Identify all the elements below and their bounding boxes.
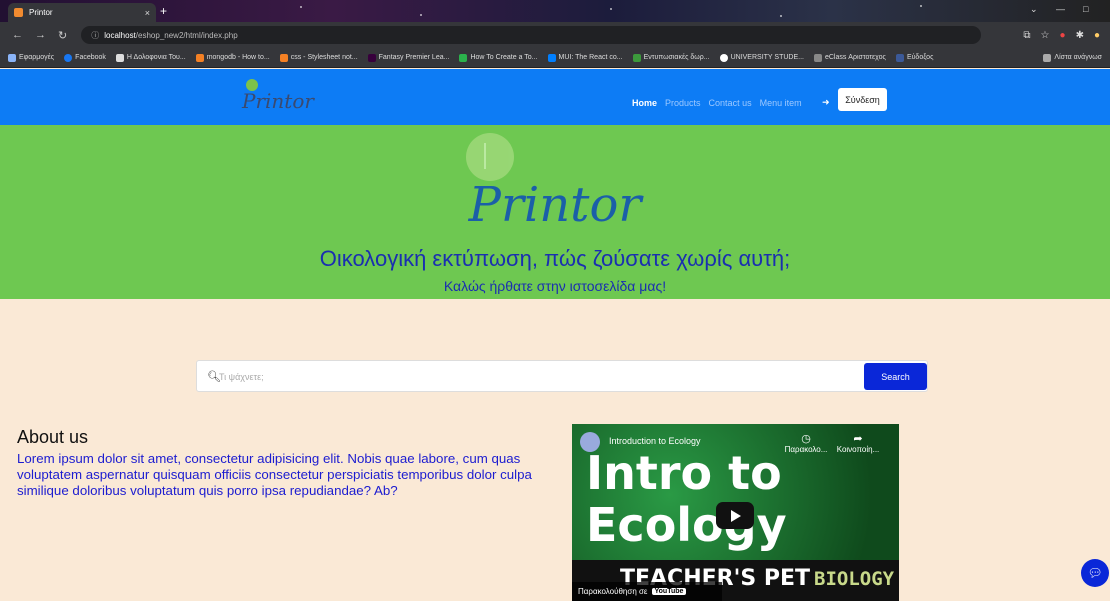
puzzle-icon[interactable]: ✱ — [1076, 30, 1084, 41]
browser-tab[interactable]: Printor × — [8, 3, 156, 22]
reading-list[interactable]: Λίστα ανάγνωσ — [1043, 53, 1102, 62]
forward-icon[interactable]: → — [35, 29, 46, 42]
video-title[interactable]: Introduction to Ecology — [609, 436, 701, 446]
url-host: localhost — [104, 30, 136, 40]
youtube-embed[interactable]: Introduction to Ecology Intro to Ecology… — [572, 424, 899, 601]
minimize-window-icon[interactable]: — — [1056, 4, 1065, 14]
site-navbar: Printor Home Products Contact us Menu it… — [0, 69, 1110, 125]
share-icon[interactable]: ⧉ — [1023, 30, 1030, 41]
sign-in-icon[interactable]: ➜ — [822, 97, 830, 108]
profile-icon[interactable]: ● — [1094, 30, 1100, 41]
share-arrow-icon: ➦ — [853, 433, 863, 445]
video-thumbnail-line2: Ecology — [586, 498, 787, 552]
bookmark-item[interactable]: Facebook — [64, 53, 106, 62]
hero-subtitle: Οικολογική εκτύπωση, πώς ζούσατε χωρίς α… — [319, 246, 791, 271]
url-path: /eshop_new2/html/index.php — [135, 30, 238, 40]
favicon-icon — [14, 8, 23, 17]
extension-icon[interactable]: ● — [1060, 30, 1066, 41]
bookmark-item[interactable]: eClass Αριστοτεχος — [813, 53, 886, 62]
chat-icon[interactable]: 💬︎ — [1081, 559, 1109, 587]
site-logo[interactable]: Printor — [240, 77, 340, 117]
bookmark-item[interactable]: MUI: The React co... — [547, 53, 623, 62]
bookmark-item[interactable]: css - Stylesheet not... — [279, 53, 358, 62]
info-icon: ⓘ — [91, 30, 100, 40]
bookmark-item[interactable]: mongodb - How to... — [195, 53, 270, 62]
search-button[interactable]: Search — [864, 363, 927, 390]
url-field[interactable]: ⓘ localhost /eshop_new2/html/index.php — [81, 26, 982, 44]
bookmark-item[interactable]: How To Create a To... — [459, 53, 538, 62]
youtube-logo-icon: YouTube — [651, 588, 687, 595]
bookmark-item[interactable]: UNIVERSITY STUDE... — [719, 53, 804, 62]
hero-banner: Printor Οικολογική εκτύπωση, πώς ζούσατε… — [0, 125, 1110, 299]
logo-text: Printor — [242, 89, 314, 113]
leaf-logo-icon — [466, 133, 514, 181]
bookmark-item[interactable]: Η Δολοφονια Του... — [115, 53, 186, 62]
bookmarks-bar: Εφαρμογές Facebook Η Δολοφονια Του... mo… — [0, 48, 1110, 68]
bookmark-apps[interactable]: Εφαρμογές — [8, 53, 54, 62]
nav-links: Home Products Contact us Menu item — [632, 98, 802, 108]
nav-link-contact[interactable]: Contact us — [709, 98, 752, 108]
about-text: Lorem ipsum dolor sit amet, consectetur … — [17, 451, 532, 498]
new-tab-icon[interactable]: + — [160, 4, 167, 18]
nav-link-products[interactable]: Products — [665, 98, 701, 108]
bookmark-item[interactable]: Εντυπωσιακές δωρ... — [632, 53, 710, 62]
video-subject-label: BIOLOGY — [814, 568, 895, 590]
tab-title: Printor — [29, 8, 53, 17]
reload-icon[interactable]: ↻ — [58, 29, 67, 42]
browser-tab-strip: Printor × + ⌄ — □ — [0, 0, 1110, 22]
clock-icon: ◷ — [801, 433, 811, 445]
nav-link-menu-item[interactable]: Menu item — [760, 98, 802, 108]
bookmark-star-icon[interactable]: ☆ — [1041, 30, 1050, 41]
about-heading: About us — [17, 427, 89, 447]
back-icon[interactable]: ← — [12, 29, 23, 42]
nav-link-home[interactable]: Home — [632, 98, 657, 108]
video-thumbnail-line1: Intro to — [586, 446, 782, 500]
login-button[interactable]: Σύνδεση — [838, 88, 887, 111]
play-button[interactable] — [716, 502, 754, 529]
address-bar-row: ← → ↻ ⓘ localhost /eshop_new2/html/index… — [0, 22, 1110, 48]
hero-welcome: Καλώς ήρθατε στην ιστοσελίδα μας! — [443, 278, 667, 294]
search-input[interactable] — [219, 367, 819, 387]
share-button[interactable]: ➦ Κοινοποίη... — [834, 432, 882, 454]
bookmark-item[interactable]: Fantasy Premier Lea... — [367, 53, 449, 62]
tab-close-icon[interactable]: × — [145, 8, 150, 18]
watch-later-button[interactable]: ◷ Παρακολο... — [782, 432, 830, 454]
hero-title: Printor — [468, 177, 642, 233]
search-bar: 🔍︎ Search — [196, 360, 928, 392]
restore-window-icon[interactable]: □ — [1083, 4, 1088, 14]
watch-on-youtube-link[interactable]: Παρακολούθηση σε YouTube — [572, 582, 722, 601]
minimize-icon[interactable]: ⌄ — [1030, 4, 1038, 15]
bookmark-item[interactable]: Εύδοξος — [895, 53, 933, 62]
